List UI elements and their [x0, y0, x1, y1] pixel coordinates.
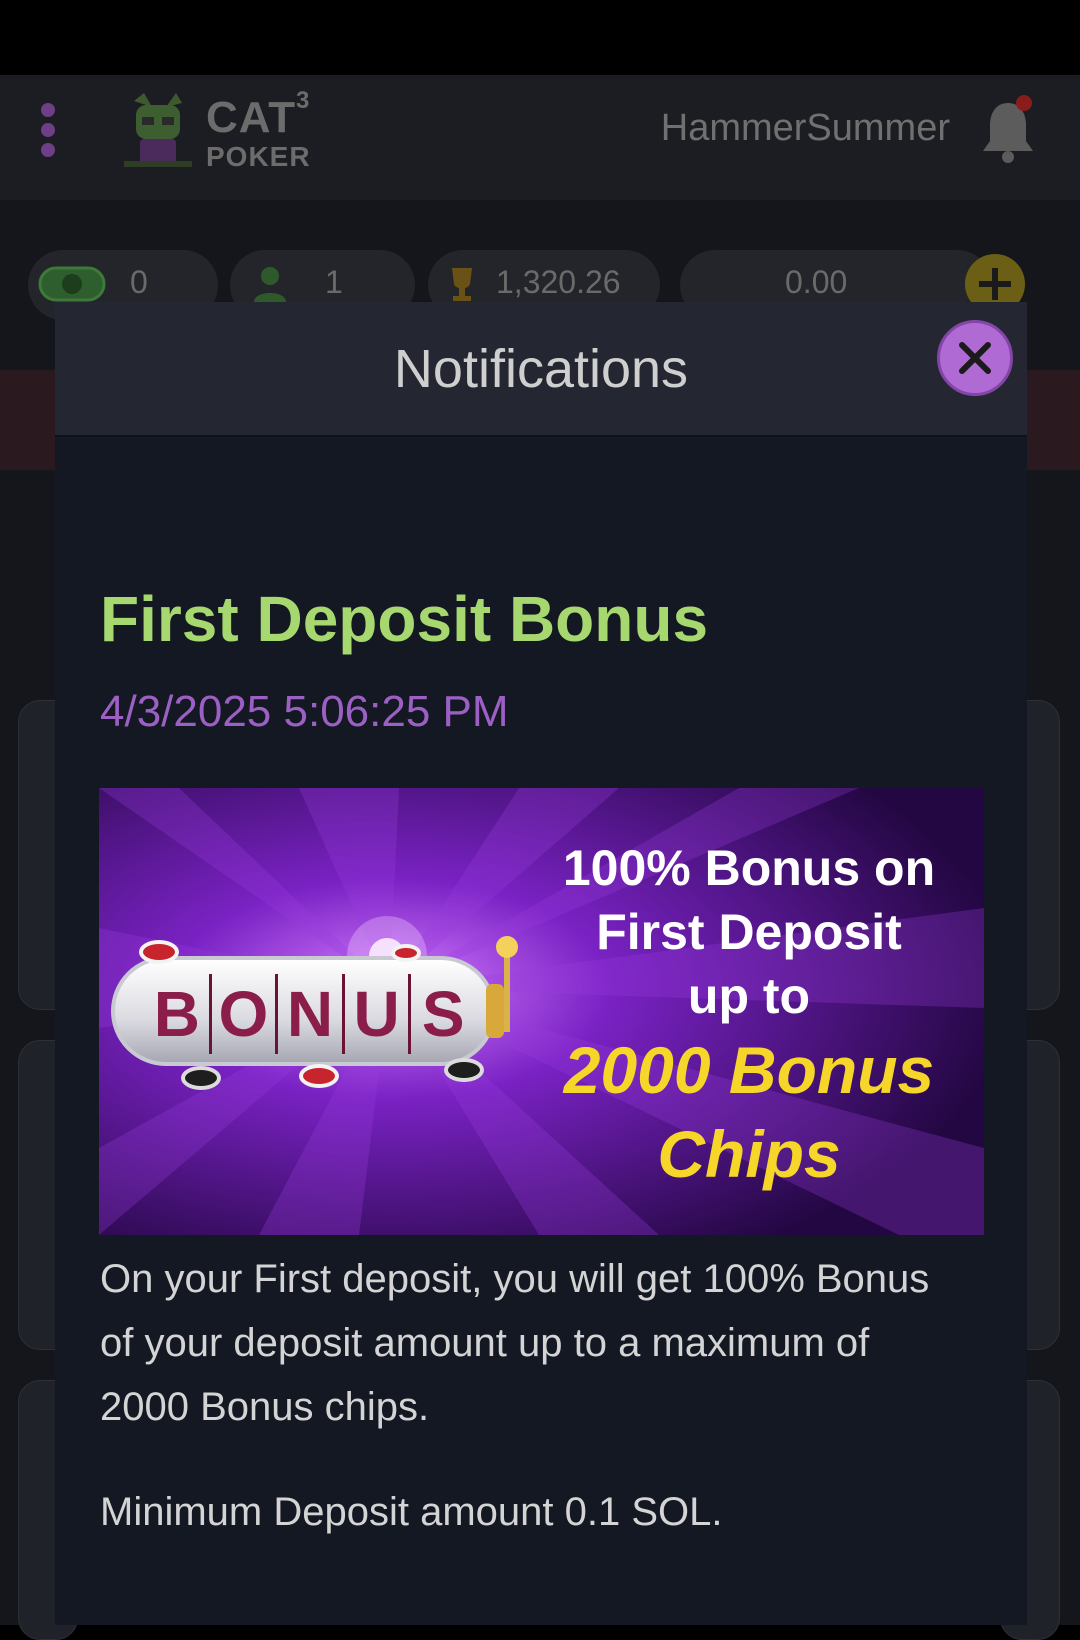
balance-value: 0.00: [785, 264, 848, 300]
banner-line-3: up to: [687, 968, 811, 1024]
cat-mascot-icon: [124, 93, 192, 167]
close-button[interactable]: [937, 320, 1013, 396]
cash-value: 0: [130, 264, 148, 300]
stats-bar: 0 1 1,320.26 0.00: [28, 250, 1058, 320]
cash-icon: [38, 266, 106, 302]
bonus-reel: B O N U S: [111, 956, 496, 1066]
banner-line-1: 100% Bonus on: [562, 840, 936, 896]
notification-body-min-deposit: Minimum Deposit amount 0.1 SOL.: [100, 1490, 723, 1534]
user-icon: [254, 267, 286, 302]
players-value: 1: [325, 264, 343, 300]
logo-superscript: 3: [296, 87, 310, 114]
menu-icon[interactable]: [38, 103, 58, 163]
logo-subtitle: POKER: [206, 141, 311, 172]
username-label[interactable]: HammerSummer: [661, 107, 950, 150]
top-bar: CAT 3 POKER HammerSummer: [0, 75, 1080, 200]
logo-title: CAT: [206, 93, 297, 142]
notification-dot: [1016, 95, 1032, 111]
banner-line-4: 2000 Bonus: [563, 1033, 935, 1107]
modal-header: Notifications: [55, 302, 1027, 437]
status-bar: [0, 0, 1080, 75]
bonus-banner-image: B O N U S 100% Bonus on First Deposit up…: [99, 788, 984, 1235]
close-icon: [959, 342, 991, 374]
trophy-value: 1,320.26: [496, 264, 621, 300]
banner-line-2: First Deposit: [596, 904, 902, 960]
notification-body: On your First deposit, you will get 100%…: [100, 1257, 930, 1429]
banner-line-5: Chips: [657, 1117, 841, 1191]
notification-date: 4/3/2025 5:06:25 PM: [100, 687, 509, 736]
notification-title: First Deposit Bonus: [100, 583, 709, 655]
modal-title: Notifications: [393, 339, 689, 399]
app-logo[interactable]: CAT 3 POKER: [122, 85, 322, 185]
notifications-modal: Notifications First Deposit Bonus 4/3/20…: [55, 302, 1027, 1625]
trophy-icon: [452, 268, 472, 301]
